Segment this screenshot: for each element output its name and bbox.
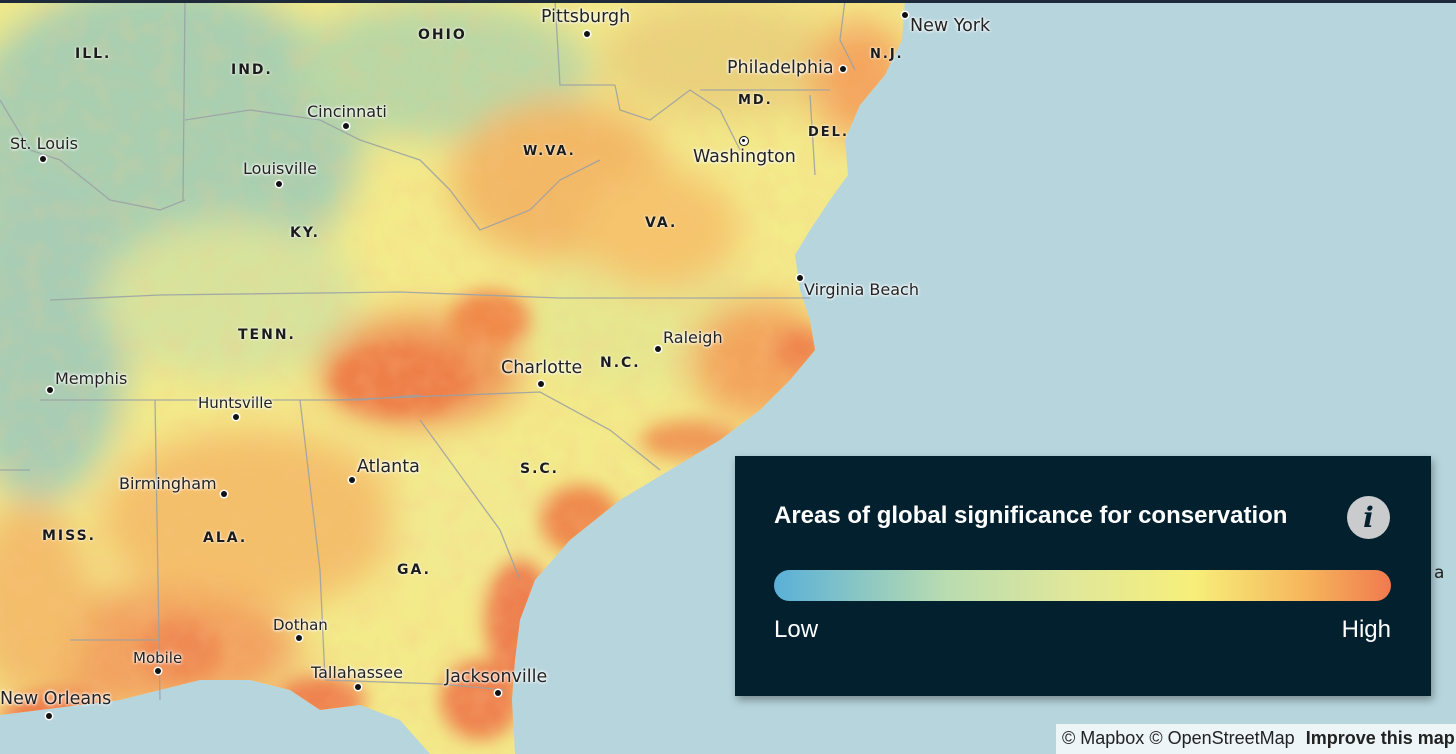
city-dot-dothan[interactable] — [296, 635, 302, 641]
city-dot-virginia-beach[interactable] — [797, 275, 803, 281]
legend-title: Areas of global significance for conserv… — [774, 502, 1288, 529]
city-label-washington[interactable]: Washington — [693, 147, 796, 167]
city-dot-pittsburgh[interactable] — [584, 31, 590, 37]
state-label-ind: IND. — [231, 62, 273, 78]
state-label-del: DEL. — [808, 125, 849, 140]
state-label-ky: KY. — [290, 225, 320, 241]
state-label-miss: MISS. — [42, 528, 96, 544]
state-label-sc: S.C. — [520, 461, 559, 477]
map-edge-fragment: a — [1434, 563, 1444, 583]
city-dot-raleigh[interactable] — [655, 346, 661, 352]
city-label-cincinnati[interactable]: Cincinnati — [307, 102, 387, 121]
state-label-ohio: OHIO — [418, 27, 467, 43]
city-label-louisville[interactable]: Louisville — [243, 159, 317, 178]
city-label-raleigh[interactable]: Raleigh — [663, 328, 723, 347]
city-label-huntsville[interactable]: Huntsville — [198, 394, 273, 412]
city-dot-cincinnati[interactable] — [343, 123, 349, 129]
city-dot-atlanta[interactable] — [349, 477, 355, 483]
state-label-wva: W.VA. — [523, 144, 576, 159]
city-label-pittsburgh[interactable]: Pittsburgh — [541, 7, 630, 27]
city-dot-huntsville[interactable] — [233, 414, 239, 420]
city-dot-birmingham[interactable] — [221, 491, 227, 497]
osm-attribution-link[interactable]: © OpenStreetMap — [1149, 728, 1294, 748]
city-label-new-orleans[interactable]: New Orleans — [0, 689, 111, 709]
state-label-nj: N.J. — [870, 47, 904, 62]
edge-label: a — [1434, 563, 1444, 583]
city-dot-louisville[interactable] — [276, 181, 282, 187]
city-label-birmingham[interactable]: Birmingham — [119, 474, 217, 493]
city-label-philadelphia[interactable]: Philadelphia — [727, 58, 834, 78]
state-label-nc: N.C. — [600, 355, 641, 371]
city-dot-new-orleans[interactable] — [46, 713, 52, 719]
city-label-new-york[interactable]: New York — [910, 16, 990, 36]
city-dot-new-york[interactable] — [902, 12, 908, 18]
state-label-va: VA. — [645, 215, 678, 231]
state-label-md: MD. — [738, 93, 773, 108]
legend-gradient-bar — [774, 570, 1391, 601]
city-dot-st-louis[interactable] — [40, 156, 46, 162]
top-rule — [0, 0, 1456, 3]
state-label-ala: ALA. — [203, 530, 248, 546]
mapbox-attribution-link[interactable]: © Mapbox — [1062, 728, 1144, 748]
city-label-virginia-beach[interactable]: Virginia Beach — [804, 280, 919, 299]
legend-panel: Areas of global significance for conserv… — [735, 456, 1431, 696]
map-attribution: © Mapbox © OpenStreetMap Improve this ma… — [1056, 724, 1456, 754]
improve-map-link[interactable]: Improve this map — [1306, 728, 1455, 748]
city-label-atlanta[interactable]: Atlanta — [357, 457, 420, 477]
info-icon[interactable]: i — [1347, 496, 1390, 539]
legend-high-label: High — [1341, 616, 1391, 643]
city-dot-mobile[interactable] — [155, 668, 161, 674]
city-label-memphis[interactable]: Memphis — [55, 369, 127, 388]
city-dot-tallahassee[interactable] — [355, 684, 361, 690]
city-label-st-louis[interactable]: St. Louis — [10, 134, 78, 153]
city-dot-jacksonville[interactable] — [495, 690, 501, 696]
state-label-ga: GA. — [397, 562, 431, 578]
legend-low-label: Low — [774, 616, 819, 643]
state-label-tenn: TENN. — [238, 327, 296, 343]
state-label-ill: ILL. — [75, 46, 112, 62]
city-label-tallahassee[interactable]: Tallahassee — [311, 663, 403, 682]
capital-dot-washington[interactable] — [739, 136, 749, 146]
city-label-mobile[interactable]: Mobile — [133, 649, 182, 667]
city-label-jacksonville[interactable]: Jacksonville — [445, 667, 547, 687]
city-dot-charlotte[interactable] — [538, 381, 544, 387]
city-dot-philadelphia[interactable] — [840, 66, 846, 72]
city-label-dothan[interactable]: Dothan — [273, 616, 328, 634]
city-label-charlotte[interactable]: Charlotte — [501, 358, 582, 378]
city-dot-memphis[interactable] — [47, 387, 53, 393]
